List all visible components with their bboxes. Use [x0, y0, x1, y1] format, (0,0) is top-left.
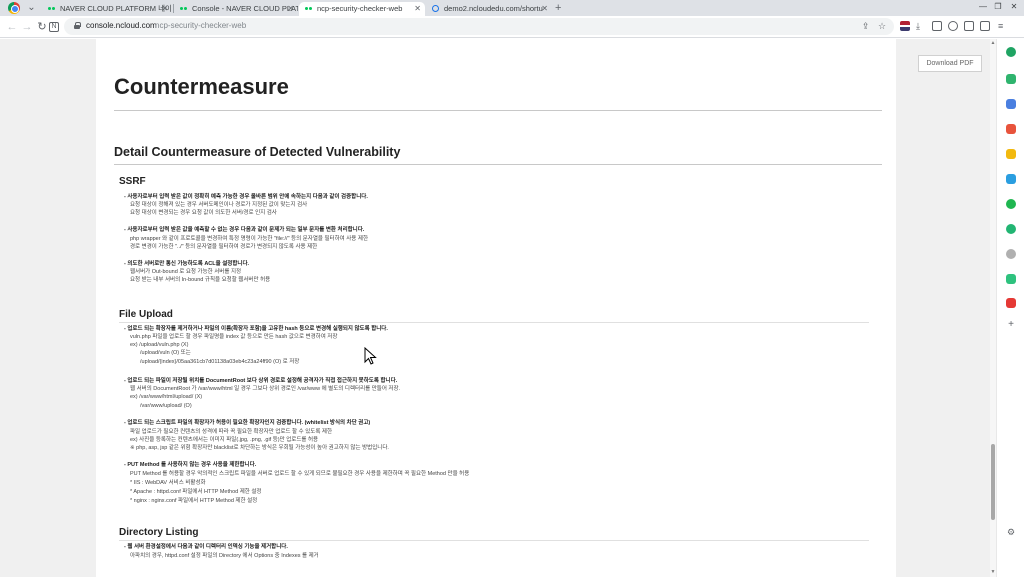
side-app-icon[interactable] — [1006, 47, 1016, 57]
browser-side-panel — [996, 39, 1024, 577]
report-document: Countermeasure Detail Countermeasure of … — [96, 39, 896, 577]
back-icon[interactable]: ← — [5, 19, 19, 35]
text-line: - PUT Method 를 사용하지 않는 경우 사용을 제한합니다. — [124, 462, 257, 468]
close-icon[interactable]: ✕ — [541, 2, 548, 16]
screen-cast-icon[interactable] — [932, 21, 942, 31]
text-line: /var/www/upload/ (O) — [140, 403, 192, 409]
side-app-icon[interactable] — [1006, 298, 1016, 308]
new-tab-button[interactable]: + — [555, 0, 561, 16]
close-icon[interactable]: ✕ — [287, 2, 294, 16]
subsection-divider — [119, 322, 869, 323]
text-line: 아파치의 경우, httpd.conf 설정 파일의 Directory 에서 … — [130, 553, 319, 559]
subsection-title-file-upload: File Upload — [119, 309, 173, 320]
side-app-icon[interactable] — [1006, 174, 1016, 184]
tab-ncp-security-checker[interactable]: ncp-security-checker-web ✕ — [299, 2, 425, 16]
url-path: ncp-security-checker-web — [155, 21, 247, 30]
text-line: 웹 서버의 DocumentRoot 가 /var/www/html 일 경우 … — [130, 386, 401, 392]
menu-icon[interactable]: ≡ — [998, 21, 1003, 32]
text-line: - 업로드 되는 스크립트 파일의 확장자가 허용이 필요한 확장자인지 검증합… — [124, 420, 371, 426]
scrollbar-thumb[interactable] — [991, 444, 995, 520]
section-divider — [114, 164, 882, 165]
text-line: /upload/vuln (O) 또는 — [140, 350, 191, 356]
reader-icon[interactable] — [980, 21, 990, 31]
text-line: * IIS : WebDAV 서비스 비활성화 — [130, 480, 206, 486]
tab-search-icon[interactable]: ⌄ — [23, 0, 40, 16]
text-line: * nginx : nginx.conf 파일에서 HTTP Method 제한… — [130, 498, 258, 504]
text-line: 경로 변경이 가능한 "../" 등의 문자열을 필터하여 경로가 변경되지 않… — [130, 244, 318, 250]
section-title: Detail Countermeasure of Detected Vulner… — [114, 145, 401, 159]
page-title: Countermeasure — [114, 74, 289, 99]
text-line: ex) /upload/vuln.php (X) — [130, 342, 189, 348]
text-line: * Apache : httpd.conf 파일에서 HTTP Method 제… — [130, 489, 262, 495]
tab-title: Console - NAVER CLOUD PLATF — [192, 4, 298, 13]
lock-icon — [74, 22, 81, 29]
tab-console[interactable]: Console - NAVER CLOUD PLATF ✕ — [174, 2, 298, 16]
text-line: ex) /var/www/html/upload/ (X) — [130, 394, 203, 400]
address-bar[interactable]: console.ncloud.com ncp-security-checker-… — [64, 18, 894, 35]
page-info-icon[interactable]: N — [49, 22, 59, 32]
browser-toolbar: ← → ↻ N console.ncloud.com ncp-security-… — [0, 16, 1024, 38]
window-close-button[interactable]: ✕ — [1006, 0, 1022, 14]
text-line: - 사용자로부터 입력 받은 값이 정확히 예측 가능한 경우 올바른 범위 안… — [124, 194, 368, 200]
side-app-icon[interactable] — [1006, 99, 1016, 109]
side-app-icon[interactable] — [1006, 149, 1016, 159]
forward-icon[interactable]: → — [20, 19, 34, 35]
camera-icon[interactable] — [948, 21, 958, 31]
mouse-cursor-icon — [364, 347, 377, 365]
text-line: ex) 사진을 등록하는 컨텐츠에서는 이미지 파일(.jpg, .png, .… — [130, 437, 319, 443]
tab-strip: ⌄ NAVER CLOUD PLATFORM 네이 ✕ Console - NA… — [0, 0, 1024, 16]
add-icon[interactable]: + — [1006, 320, 1016, 330]
text-line: 요청 대상이 변경되는 경우 요청 값이 의도한 서버/경로 인지 검사 — [130, 210, 277, 216]
tab-naver-cloud-platform[interactable]: NAVER CLOUD PLATFORM 네이 ✕ — [42, 2, 172, 16]
text-line: - 사용자로부터 입력 받은 값을 예측할 수 없는 경우 다음과 같이 문제가… — [124, 227, 365, 233]
ncp-icon — [180, 6, 188, 12]
restore-button[interactable]: ❐ — [990, 0, 1006, 14]
ncp-icon — [48, 6, 56, 12]
close-icon[interactable]: ✕ — [414, 2, 421, 16]
text-line: - 업로드 되는 확장자를 제거하거나 파일의 이름(확장자 포함)을 고유한 … — [124, 326, 388, 332]
settings-gear-icon[interactable]: ⚙ — [1006, 527, 1016, 537]
tab-demo2-ncloudedu[interactable]: demo2.ncloudedu.com/shortu ✕ — [426, 2, 552, 16]
sidebar-icon[interactable] — [964, 21, 974, 31]
close-icon[interactable]: ✕ — [161, 2, 168, 16]
text-line: 웹서버가 Out-bound 로 요청 가능한 서버를 지정 — [130, 269, 242, 275]
download-pdf-button[interactable]: Download PDF — [918, 55, 982, 72]
side-app-icon[interactable] — [1006, 249, 1016, 259]
text-line: - 의도한 서버로만 통신 가능하도록 ACL을 설정합니다. — [124, 261, 250, 267]
text-line: 요청 받는 내부 서버의 In-bound 규칙을 요청할 웹서버만 허용 — [130, 277, 271, 283]
tab-title: ncp-security-checker-web — [317, 4, 403, 13]
tab-title: NAVER CLOUD PLATFORM 네이 — [60, 4, 172, 13]
text-line: - 웹 서버 환경설정에서 다음과 같이 디렉터리 인덱싱 기능을 제거합니다. — [124, 544, 288, 550]
text-line: ※ php, asp, jsp 같은 위험 확장자만 blacklist로 차단… — [130, 445, 389, 451]
text-line: vuln.php 파일을 업로드 할 경우 파일명을 index 값 등으로 만… — [130, 334, 338, 340]
browser-logo-icon — [8, 2, 20, 14]
download-icon[interactable]: ⤓ — [916, 21, 920, 32]
side-app-icon[interactable] — [1006, 199, 1016, 209]
reload-icon[interactable]: ↻ — [35, 19, 49, 35]
text-line: - 업로드 되는 파일이 저장될 위치를 DocumentRoot 보다 상위 … — [124, 378, 398, 384]
tab-title: demo2.ncloudedu.com/shortu — [444, 4, 543, 13]
url-host: console.ncloud.com — [86, 21, 157, 30]
subsection-title-directory-listing: Directory Listing — [119, 527, 199, 538]
ncp-icon — [305, 6, 313, 12]
flag-extension-icon[interactable] — [900, 21, 910, 31]
side-app-icon[interactable] — [1006, 274, 1016, 284]
text-line: PUT Method 를 허용할 경우 악의적인 스크립트 파일을 서버로 업로… — [130, 471, 470, 477]
side-app-icon[interactable] — [1006, 224, 1016, 234]
share-icon[interactable]: ⇪ — [862, 21, 870, 32]
bookmark-star-icon[interactable]: ☆ — [878, 21, 886, 32]
minimize-button[interactable]: — — [975, 0, 991, 14]
side-app-icon[interactable] — [1006, 124, 1016, 134]
text-line: 요청 대상이 정해져 있는 경우 서버도메인이나 경로가 지정된 값이 맞는지 … — [130, 202, 308, 208]
title-divider — [114, 110, 882, 111]
text-line: 파일 업로드가 필요한 컨텐츠의 성격에 따라 꼭 필요한 확장자만 업로드 할… — [130, 429, 333, 435]
text-line: php wrapper 와 같이 프로토콜을 변경하여 특정 명령이 가능한 "… — [130, 236, 369, 242]
subsection-title-ssrf: SSRF — [119, 176, 146, 187]
text-line: /upload/{index}/05aa361cb7d01138a03eb4c2… — [140, 359, 300, 365]
side-app-icon[interactable] — [1006, 74, 1016, 84]
subsection-divider — [119, 540, 869, 541]
globe-icon — [432, 5, 439, 12]
